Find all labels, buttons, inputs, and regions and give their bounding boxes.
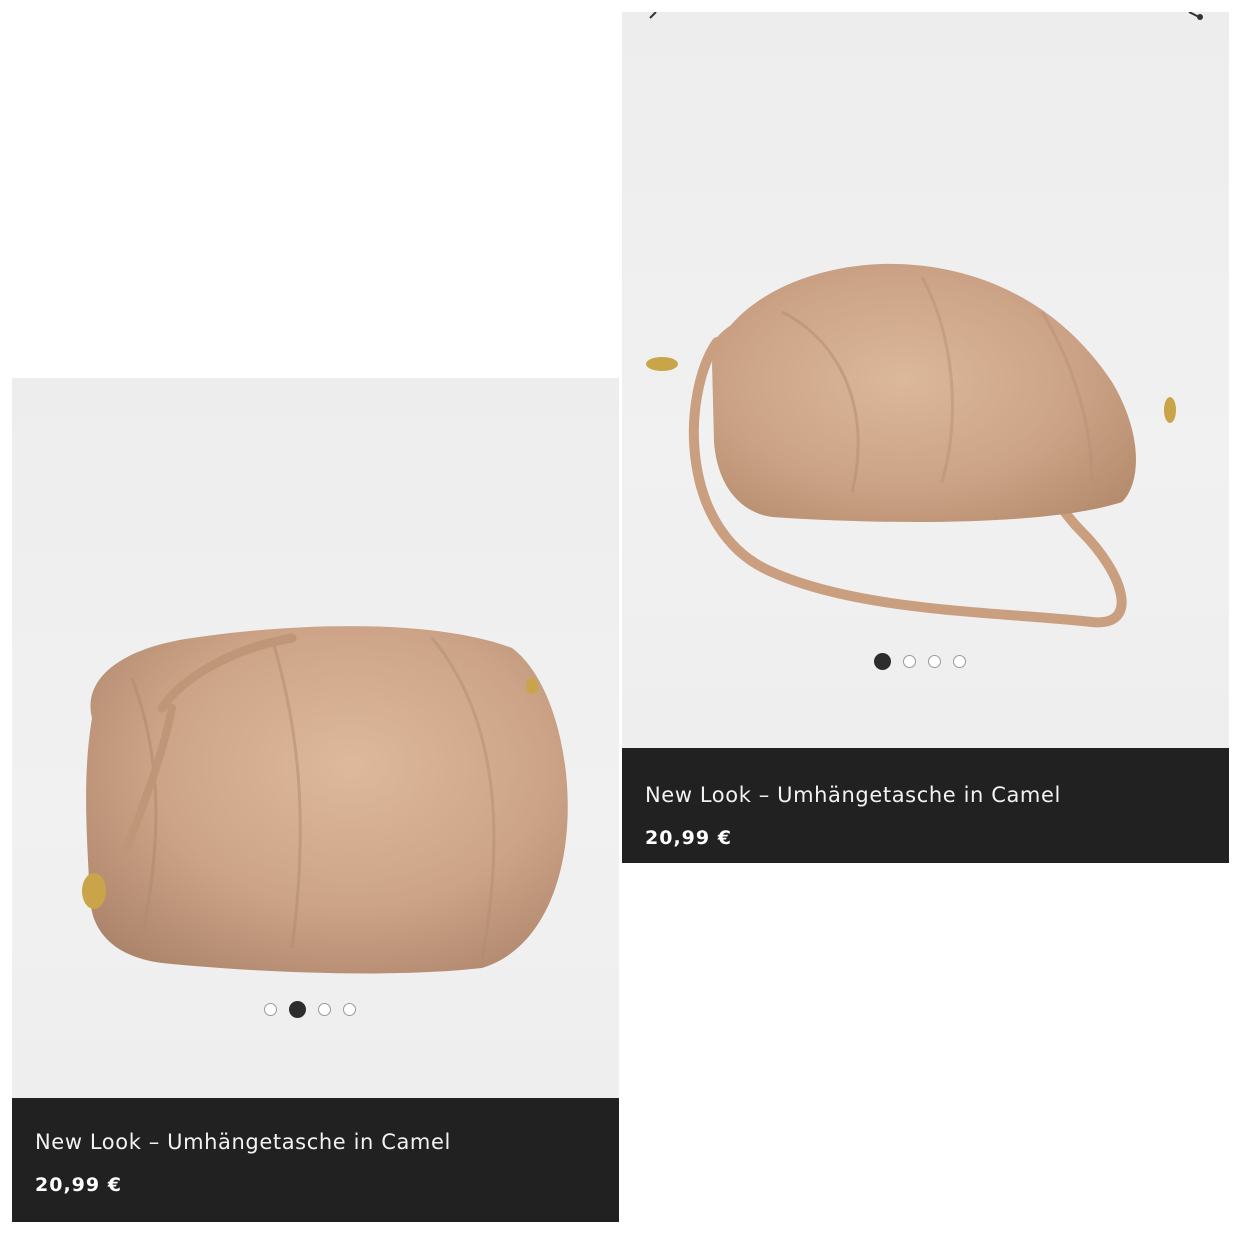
carousel-dot-1[interactable] [264,1003,277,1016]
bag-illustration [646,263,1176,628]
carousel-dot-4[interactable] [953,655,966,668]
carousel-dot-1[interactable] [874,653,891,670]
carousel-dot-4[interactable] [343,1003,356,1016]
share-icon[interactable] [1185,12,1207,24]
carousel-dot-2[interactable] [903,655,916,668]
product-price: 20,99 € [35,1174,122,1196]
back-arrow-icon[interactable] [644,12,666,24]
product-title[interactable]: New Look – Umhängetasche in Camel [645,783,1061,807]
product-image[interactable] [622,12,1229,748]
product-card-left[interactable]: New Look – Umhängetasche in Camel 20,99 … [12,378,619,1222]
product-image[interactable] [12,378,619,1098]
product-price: 20,99 € [645,827,732,849]
carousel-dots[interactable] [874,653,966,670]
carousel-dot-2[interactable] [289,1001,306,1018]
carousel-dots[interactable] [264,1001,356,1018]
product-info-bar[interactable]: New Look – Umhängetasche in Camel 20,99 … [12,1098,619,1222]
product-title[interactable]: New Look – Umhängetasche in Camel [35,1130,451,1154]
carousel-dot-3[interactable] [928,655,941,668]
carousel-dot-3[interactable] [318,1003,331,1016]
bag-illustration [82,626,568,974]
product-card-right[interactable]: New Look – Umhängetasche in Camel 20,99 … [622,12,1229,863]
product-info-bar[interactable]: New Look – Umhängetasche in Camel 20,99 … [622,748,1229,863]
